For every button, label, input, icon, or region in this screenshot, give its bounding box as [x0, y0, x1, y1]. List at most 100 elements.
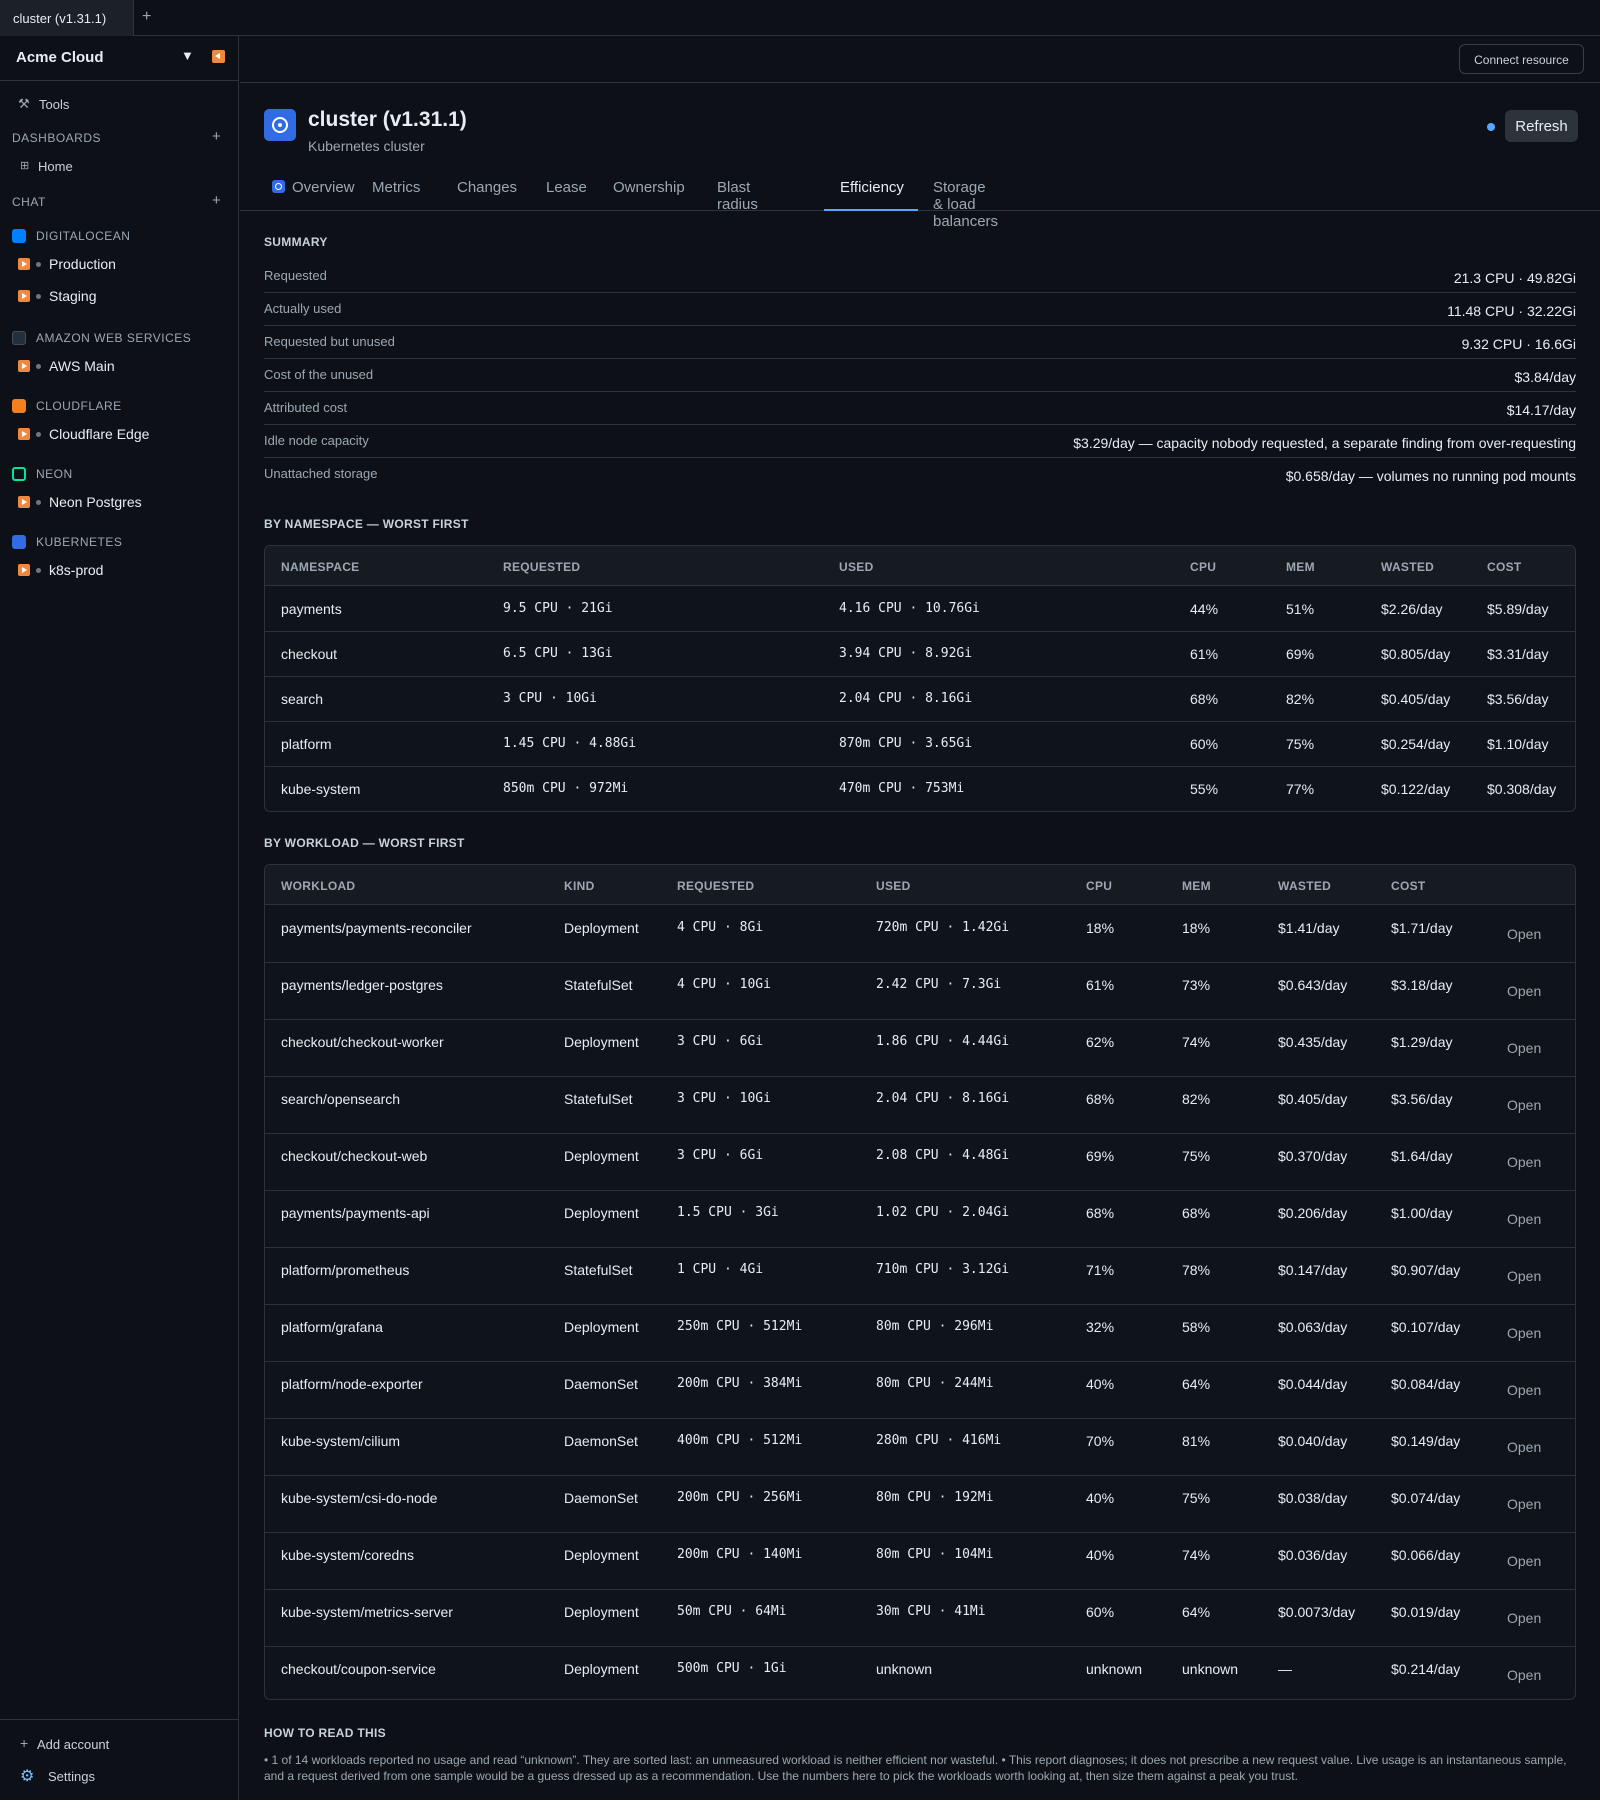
env-item-k8s-prod[interactable]: k8s-prod	[0, 556, 239, 584]
summary-row: Cost of the unused $3.84/day	[264, 359, 1576, 392]
summary-row: Attributed cost $14.17/day	[264, 392, 1576, 425]
table-header: WORKLOAD KIND REQUESTED USED CPU MEM WAS…	[265, 865, 1575, 905]
add-account-button[interactable]: + Add account	[0, 1730, 239, 1758]
wasted-cell: —	[1278, 1661, 1292, 1677]
open-workload-link[interactable]: Open	[1507, 1667, 1541, 1683]
provider-label: DIGITALOCEAN	[36, 229, 131, 243]
cost-cell: $3.56/day	[1391, 1091, 1453, 1107]
summary-title: SUMMARY	[264, 235, 328, 249]
used-cell: 4.16 CPU · 10.76Gi	[839, 601, 980, 616]
wasted-cell: $0.122/day	[1381, 781, 1451, 797]
status-dot	[36, 364, 41, 369]
summary-row: Requested but unused 9.32 CPU · 16.6Gi	[264, 326, 1576, 359]
cost-cell: $1.29/day	[1391, 1034, 1453, 1050]
env-label: Production	[49, 256, 116, 272]
cloudflare-icon	[12, 399, 26, 413]
env-item-cloudflare-edge[interactable]: Cloudflare Edge	[0, 420, 239, 448]
used-cell: 80m CPU · 296Mi	[876, 1319, 994, 1334]
used-cell: 80m CPU · 192Mi	[876, 1490, 994, 1505]
cpu-cell: 60%	[1086, 1604, 1115, 1620]
mem-cell: 81%	[1182, 1433, 1211, 1449]
window-tab[interactable]: cluster (v1.31.1)	[0, 0, 134, 36]
cost-cell: $0.907/day	[1391, 1262, 1461, 1278]
cpu-cell: 68%	[1086, 1091, 1115, 1107]
tab-blast-radius[interactable]: Blast radius	[709, 165, 758, 213]
mem-cell: 51%	[1286, 601, 1315, 617]
open-workload-link[interactable]: Open	[1507, 1610, 1541, 1626]
tab-ownership[interactable]: Ownership	[605, 165, 685, 211]
open-workload-link[interactable]: Open	[1507, 1097, 1541, 1113]
settings-button[interactable]: ⚙ Settings	[0, 1762, 239, 1790]
mem-cell: 78%	[1182, 1262, 1211, 1278]
tab-storage-load-balancers[interactable]: Storage & load balancers	[925, 165, 998, 230]
open-workload-link[interactable]: Open	[1507, 1040, 1541, 1056]
column-header: COST	[1391, 879, 1426, 893]
used-cell: 2.04 CPU · 8.16Gi	[876, 1091, 1010, 1106]
env-item-production[interactable]: Production	[0, 250, 239, 278]
kubernetes-icon	[264, 109, 296, 141]
column-header: MEM	[1182, 879, 1211, 893]
open-workload-link[interactable]: Open	[1507, 1268, 1541, 1284]
aws-icon	[12, 331, 26, 345]
wasted-cell: $0.044/day	[1278, 1376, 1348, 1392]
caret-down-icon[interactable]: ▼	[181, 48, 194, 63]
org-switcher[interactable]: Acme Cloud ▼	[0, 36, 238, 81]
howto-title: HOW TO READ THIS	[264, 1726, 386, 1740]
open-workload-link[interactable]: Open	[1507, 1382, 1541, 1398]
wasted-cell: $0.254/day	[1381, 736, 1451, 752]
mem-cell: 82%	[1286, 691, 1315, 707]
table-row: platform/node-exporter DaemonSet 200m CPU …	[265, 1362, 1575, 1419]
page-subtitle: Kubernetes cluster	[308, 138, 425, 154]
wasted-cell: $0.405/day	[1381, 691, 1451, 707]
env-label: k8s-prod	[49, 562, 104, 578]
tab-changes[interactable]: Changes	[449, 165, 517, 211]
cpu-cell: 60%	[1190, 736, 1219, 752]
window-tabbar: cluster (v1.31.1) +	[0, 0, 1600, 36]
new-tab-button[interactable]: +	[142, 8, 151, 26]
kind-cell: Deployment	[564, 1205, 639, 1221]
workload-section-title: BY WORKLOAD — WORST FIRST	[264, 836, 465, 850]
requested-cell: 6.5 CPU · 13Gi	[503, 646, 613, 661]
tab-lease[interactable]: Lease	[538, 165, 587, 211]
tab-efficiency[interactable]: Efficiency	[824, 165, 918, 211]
open-workload-link[interactable]: Open	[1507, 1553, 1541, 1569]
open-workload-link[interactable]: Open	[1507, 983, 1541, 999]
page-header: cluster (v1.31.1) Kubernetes cluster Ref…	[240, 83, 1600, 230]
used-cell: unknown	[876, 1661, 933, 1677]
env-item-aws-main[interactable]: AWS Main	[0, 352, 239, 380]
requested-cell: 3 CPU · 10Gi	[677, 1091, 771, 1106]
summary-row: Unattached storage $0.658/day — volumes …	[264, 458, 1576, 491]
wasted-cell: $0.036/day	[1278, 1547, 1348, 1563]
cost-cell: $3.56/day	[1487, 691, 1549, 707]
collapse-sidebar-icon[interactable]	[212, 50, 225, 63]
workload-cell: payments/ledger-postgres	[281, 977, 443, 993]
env-label: AWS Main	[49, 358, 115, 374]
cost-cell: $0.149/day	[1391, 1433, 1461, 1449]
open-workload-link[interactable]: Open	[1507, 1211, 1541, 1227]
open-workload-link[interactable]: Open	[1507, 926, 1541, 942]
kind-cell: Deployment	[564, 1661, 639, 1677]
open-workload-link[interactable]: Open	[1507, 1439, 1541, 1455]
workload-cell: platform/prometheus	[281, 1262, 410, 1278]
status-dot	[36, 568, 41, 573]
refresh-button[interactable]: Refresh	[1505, 110, 1578, 142]
table-row: payments 9.5 CPU · 21Gi 4.16 CPU · 10.76Gi…	[265, 587, 1575, 632]
sidebar-item-home[interactable]: ⊞ Home	[0, 152, 239, 180]
status-dot	[36, 500, 41, 505]
add-dashboard-button[interactable]: +	[212, 128, 221, 145]
env-item-neon-postgres[interactable]: Neon Postgres	[0, 488, 239, 516]
add-chat-button[interactable]: +	[212, 192, 221, 209]
open-workload-link[interactable]: Open	[1507, 1154, 1541, 1170]
sidebar-item-tools[interactable]: ⚒ Tools	[0, 90, 239, 118]
tab-metrics[interactable]: Metrics	[364, 165, 420, 211]
mem-cell: 68%	[1182, 1205, 1211, 1221]
table-row: search 3 CPU · 10Gi 2.04 CPU · 8.16Gi 68% 82…	[265, 677, 1575, 722]
env-item-staging[interactable]: Staging	[0, 282, 239, 310]
cost-cell: $3.31/day	[1487, 646, 1549, 662]
open-workload-link[interactable]: Open	[1507, 1496, 1541, 1512]
table-header: NAMESPACE REQUESTED USED CPU MEM WASTED …	[265, 546, 1575, 586]
connect-resource-button[interactable]: Connect resource	[1459, 44, 1584, 74]
used-cell: 720m CPU · 1.42Gi	[876, 920, 1010, 935]
tab-overview[interactable]: Overview	[256, 165, 356, 211]
open-workload-link[interactable]: Open	[1507, 1325, 1541, 1341]
